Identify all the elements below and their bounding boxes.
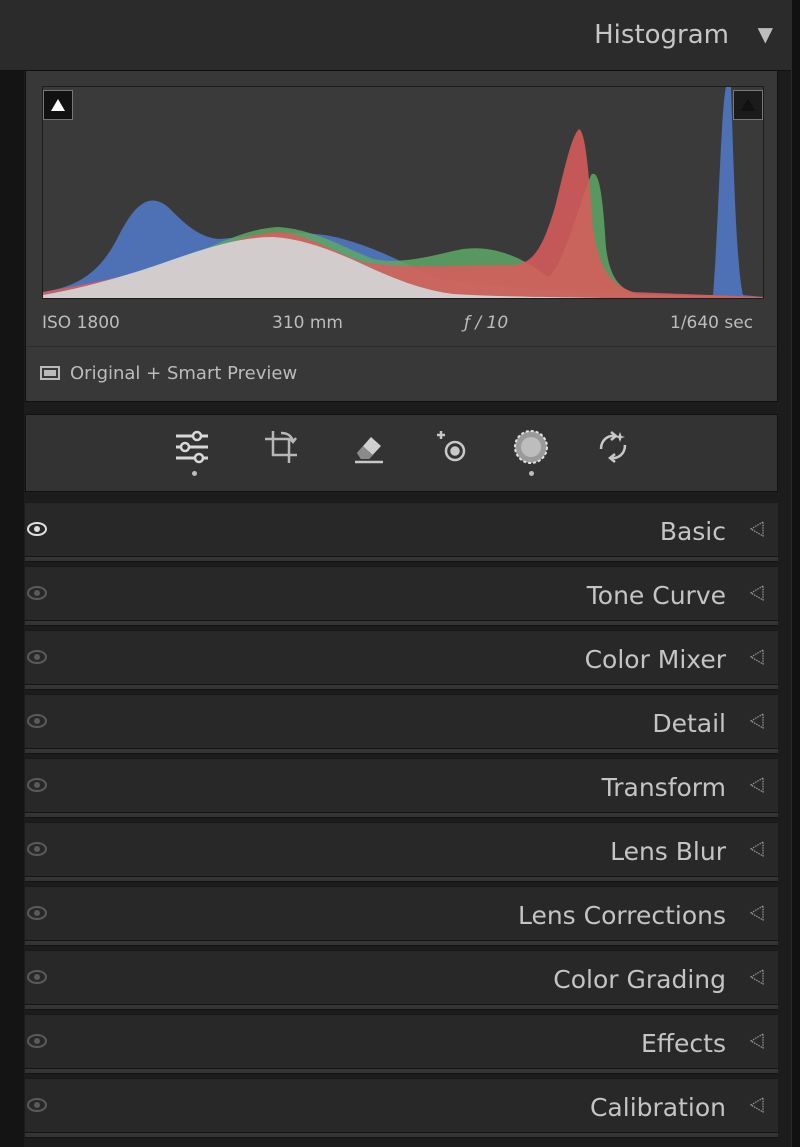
panel-divider: [25, 684, 778, 690]
panel-title: Color Mixer: [584, 645, 726, 674]
panel-header-color-grading[interactable]: Color Grading: [25, 950, 778, 1005]
panel-divider: [25, 1004, 778, 1010]
visibility-eye-icon[interactable]: [26, 584, 48, 602]
histogram-svg: [43, 87, 763, 298]
panel-divider: [25, 748, 778, 754]
focal-length-readout: 310 mm: [272, 313, 343, 333]
expand-triangle-icon[interactable]: [750, 649, 764, 665]
aperture-readout: ƒ / 10: [464, 313, 509, 333]
panel-title: Lens Corrections: [517, 901, 726, 930]
panel-divider: [25, 556, 778, 562]
visibility-eye-icon[interactable]: [26, 776, 48, 794]
panel-title: Basic: [659, 517, 726, 546]
visibility-eye-icon[interactable]: [26, 904, 48, 922]
panel-title: Calibration: [589, 1093, 726, 1122]
iso-readout: ISO 1800: [42, 313, 120, 333]
expand-triangle-icon[interactable]: [750, 713, 764, 729]
panel-header-effects[interactable]: Effects: [25, 1014, 778, 1069]
panel-title: Detail: [652, 709, 726, 738]
red-eye-icon[interactable]: [433, 427, 473, 467]
panel-title: Lens Blur: [610, 837, 726, 866]
panel-divider: [25, 812, 778, 818]
panel-divider: [25, 1132, 778, 1138]
expand-triangle-icon[interactable]: [750, 1097, 764, 1113]
collapse-arrow-icon[interactable]: ▼: [758, 22, 773, 46]
preview-rectangle-icon: [40, 366, 60, 380]
edit-sliders-icon[interactable]: [172, 427, 212, 467]
panel-header-transform[interactable]: Transform: [25, 758, 778, 813]
panel-divider: [25, 1068, 778, 1074]
visibility-eye-icon[interactable]: [26, 648, 48, 666]
visibility-eye-icon[interactable]: [26, 1096, 48, 1114]
active-tool-dot: [529, 471, 534, 476]
panel-scrollbar[interactable]: [791, 0, 800, 1147]
panel-header-color-mixer[interactable]: Color Mixer: [25, 630, 778, 685]
histogram-panel: ISO 1800 310 mm ƒ / 10 1/640 sec Origina…: [25, 70, 778, 402]
panel-header-calibration[interactable]: Calibration: [25, 1078, 778, 1133]
expand-triangle-icon[interactable]: [750, 1033, 764, 1049]
panel-divider: [25, 876, 778, 882]
shadow-clipping-icon[interactable]: [43, 90, 73, 120]
presets-icon[interactable]: [593, 427, 633, 467]
panel-header-basic[interactable]: Basic: [25, 502, 778, 557]
visibility-eye-icon[interactable]: [26, 968, 48, 986]
masking-icon[interactable]: [511, 427, 551, 467]
visibility-eye-icon[interactable]: [26, 712, 48, 730]
panel-title: Color Grading: [553, 965, 726, 994]
left-gutter: [0, 0, 24, 1147]
shutter-speed-readout: 1/640 sec: [670, 313, 754, 333]
expand-triangle-icon[interactable]: [750, 905, 764, 921]
panel-title: Transform: [601, 773, 726, 802]
expand-triangle-icon[interactable]: [750, 585, 764, 601]
histogram-header[interactable]: Histogram ▼: [0, 0, 791, 71]
expand-triangle-icon[interactable]: [750, 841, 764, 857]
histogram-graph[interactable]: [42, 86, 764, 299]
panel-header-detail[interactable]: Detail: [25, 694, 778, 749]
highlight-clipping-icon[interactable]: [733, 90, 763, 120]
crop-rotate-icon[interactable]: [261, 427, 301, 467]
panel-header-tone-curve[interactable]: Tone Curve: [25, 566, 778, 621]
panel-title: Tone Curve: [586, 581, 726, 610]
active-tool-dot: [192, 471, 197, 476]
visibility-eye-icon[interactable]: [26, 1032, 48, 1050]
tool-strip: [25, 414, 778, 492]
panel-divider: [25, 940, 778, 946]
divider: [26, 346, 777, 347]
panel-divider: [25, 620, 778, 626]
visibility-eye-icon[interactable]: [26, 520, 48, 538]
panel-header-lens-blur[interactable]: Lens Blur: [25, 822, 778, 877]
preview-label: Original + Smart Preview: [70, 363, 298, 384]
eraser-remove-icon[interactable]: [349, 427, 389, 467]
histogram-title: Histogram: [594, 20, 729, 50]
visibility-eye-icon[interactable]: [26, 840, 48, 858]
expand-triangle-icon[interactable]: [750, 777, 764, 793]
expand-triangle-icon[interactable]: [750, 521, 764, 537]
panel-header-lens-corrections[interactable]: Lens Corrections: [25, 886, 778, 941]
panel-title: Effects: [641, 1029, 726, 1058]
expand-triangle-icon[interactable]: [750, 969, 764, 985]
